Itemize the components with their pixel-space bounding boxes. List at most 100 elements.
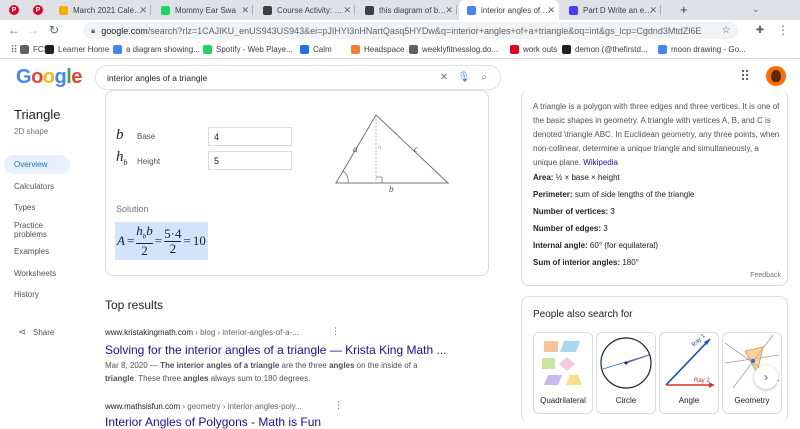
forward-button[interactable]: → — [25, 22, 41, 38]
logo-letter: g — [54, 66, 67, 88]
feedback-link[interactable]: Feedback — [750, 272, 781, 279]
result-2-more-icon[interactable]: ⋮ — [334, 400, 343, 411]
search-query[interactable]: interior angles of a triangle — [107, 73, 434, 83]
tab-3[interactable]: Course Activity: Expl ✕ — [255, 0, 355, 20]
tab-close-icon[interactable]: ✕ — [343, 5, 351, 16]
bookmark-favicon-icon — [409, 45, 418, 54]
ray-2-arrow — [709, 382, 714, 388]
tab-close-icon[interactable]: ✕ — [445, 5, 453, 16]
base-input[interactable]: 4 — [208, 127, 292, 146]
tab-separator — [354, 5, 355, 15]
center-dot — [624, 361, 628, 365]
tab-title: Course Activity: Expl — [277, 5, 347, 15]
tab-close-icon[interactable]: ✕ — [139, 5, 147, 16]
result-2-title[interactable]: Interior Angles of Polygons - Math is Fu… — [105, 415, 321, 429]
result-2-url[interactable]: www.mathsisfun.com › geometry › interior… — [105, 402, 302, 411]
tab-favicon-icon — [59, 5, 68, 15]
menu-icon[interactable]: ⋮ — [775, 22, 791, 38]
sidebar-item-overview[interactable]: Overview — [4, 155, 70, 174]
bookmark-item[interactable]: Headspace — [351, 43, 404, 56]
kp-fact-value: 60° (for equilateral) — [589, 241, 659, 250]
address-url: google.com/search?rlz=1CAJIKU_enUS943US9… — [101, 25, 702, 36]
tab-1[interactable]: March 2021 Calendar ✕ — [51, 0, 151, 20]
kp-fact-key: Sum of interior angles: — [533, 258, 621, 267]
logo-letter: o — [42, 66, 55, 88]
tab-title: interior angles of a tr — [481, 5, 551, 15]
tab-close-icon[interactable]: ✕ — [241, 5, 249, 16]
result-1-url[interactable]: www.kristakingmath.com › blog › interior… — [105, 328, 299, 337]
pinned-tab-pinterest[interactable]: P — [3, 0, 25, 20]
search-icon[interactable]: ⌕ — [474, 72, 494, 83]
quad-shape — [559, 357, 575, 371]
quadrilateral-thumbnail — [542, 341, 582, 385]
result-1-title[interactable]: Solving for the interior angles of a tri… — [105, 343, 447, 357]
pinterest-icon: P — [33, 5, 43, 15]
bookmark-item[interactable]: moon drawing - Go... — [658, 43, 746, 56]
angle-thumbnail: Ray 1 Ray 2 — [665, 333, 714, 388]
formula-result: 10 — [192, 233, 206, 248]
bookmark-favicon-icon — [510, 45, 519, 54]
bookmark-item[interactable]: a diagram showing... — [113, 43, 200, 56]
kp-fact-value: 180° — [622, 258, 639, 267]
bookmark-item[interactable]: weeklyfitnesslog.do... — [409, 43, 498, 56]
clear-icon[interactable]: ✕ — [434, 72, 454, 83]
sidebar-item-calculators[interactable]: Calculators — [4, 177, 70, 196]
tab-close-icon[interactable]: ✕ — [649, 5, 657, 16]
microphone-icon[interactable]: 🎙︎ — [454, 72, 474, 83]
kp-fact-value: ½ × base × height — [555, 173, 620, 182]
tab-5[interactable]: interior angles of a tr ✕ — [459, 0, 559, 20]
bookmark-item[interactable]: demon (@thefirstd... — [562, 43, 648, 56]
top-results-heading: Top results — [105, 298, 164, 312]
reload-button[interactable]: ↻ — [46, 22, 62, 38]
bookmark-item[interactable]: Learner Home — [45, 43, 109, 56]
wikipedia-link[interactable]: Wikipedia — [583, 158, 618, 167]
bookmark-item[interactable]: work outs — [510, 43, 557, 56]
bookmark-label: Learner Home — [58, 45, 110, 54]
bookmark-item[interactable]: Spotify - Web Playe... — [203, 43, 293, 56]
tab-2[interactable]: Mommy Ear Swa ✕ — [153, 0, 253, 20]
carousel-next-button[interactable]: › — [754, 365, 778, 389]
tab-4[interactable]: this diagram of both ✕ — [357, 0, 457, 20]
tab-6[interactable]: Part D Write an expre ✕ — [561, 0, 661, 20]
address-bar[interactable]: 🔒︎ google.com/search?rlz=1CAJIKU_enUS943… — [83, 22, 738, 39]
search-box[interactable]: interior angles of a triangle ✕ 🎙︎ ⌕ — [95, 65, 501, 90]
height-label: Height — [137, 157, 161, 166]
pas-card-quadrilateral[interactable]: Quadrilateral — [533, 332, 593, 414]
result-1-more-icon[interactable]: ⋮ — [331, 326, 340, 337]
tab-title: March 2021 Calendar — [73, 5, 143, 15]
base-symbol: b — [116, 127, 124, 143]
sidebar-item-examples[interactable]: Examples — [4, 242, 70, 261]
height-input[interactable]: 5 — [208, 151, 292, 170]
share-link[interactable]: Share — [33, 328, 54, 337]
pas-card-angle[interactable]: Ray 1 Ray 2 Angle — [659, 332, 719, 414]
tab-close-icon[interactable]: ✕ — [547, 5, 555, 16]
new-tab-button[interactable]: + — [680, 2, 688, 17]
kp-fact-value: sum of side lengths of the triangle — [574, 190, 695, 199]
pinned-tab-pinterest-2[interactable]: P — [27, 0, 49, 20]
formula-lhs: A — [117, 233, 125, 248]
pas-card-circle[interactable]: Circle — [596, 332, 656, 414]
sidebar-item-worksheets[interactable]: Worksheets — [4, 264, 70, 283]
google-logo[interactable]: Google — [16, 66, 82, 89]
kp-fact-key: Perimeter: — [533, 190, 573, 199]
sidebar-item-practice-problems[interactable]: Practice problems — [4, 220, 70, 239]
tab-favicon-icon — [365, 5, 374, 15]
avatar[interactable] — [766, 66, 786, 86]
extensions-icon[interactable]: ✚ — [752, 22, 768, 38]
quad-shape — [544, 375, 562, 385]
pas-heading: People also search for — [533, 309, 633, 320]
bookmark-star-icon[interactable]: ☆ — [718, 22, 734, 38]
pinterest-icon: P — [9, 5, 19, 15]
sidebar-item-history[interactable]: History — [4, 285, 70, 304]
kp-description: A triangle is a polygon with three edges… — [533, 100, 783, 170]
browser-toolbar: ← → ↻ 🔒︎ google.com/search?rlz=1CAJIKU_e… — [0, 20, 800, 41]
bookmark-item[interactable]: Calm — [300, 43, 332, 56]
pas-label: Quadrilateral — [540, 396, 586, 405]
sidebar-item-types[interactable]: Types — [4, 198, 70, 217]
back-button[interactable]: ← — [6, 22, 22, 38]
bookmark-label: Spotify - Web Playe... — [216, 45, 293, 54]
minimize-icon[interactable]: ⌄ — [752, 4, 760, 15]
google-apps-icon[interactable]: ⠿ — [740, 68, 750, 85]
share-icon[interactable]: ⋖ — [18, 327, 26, 338]
kp-fact: Internal angle: 60° (for equilateral) — [533, 241, 658, 250]
